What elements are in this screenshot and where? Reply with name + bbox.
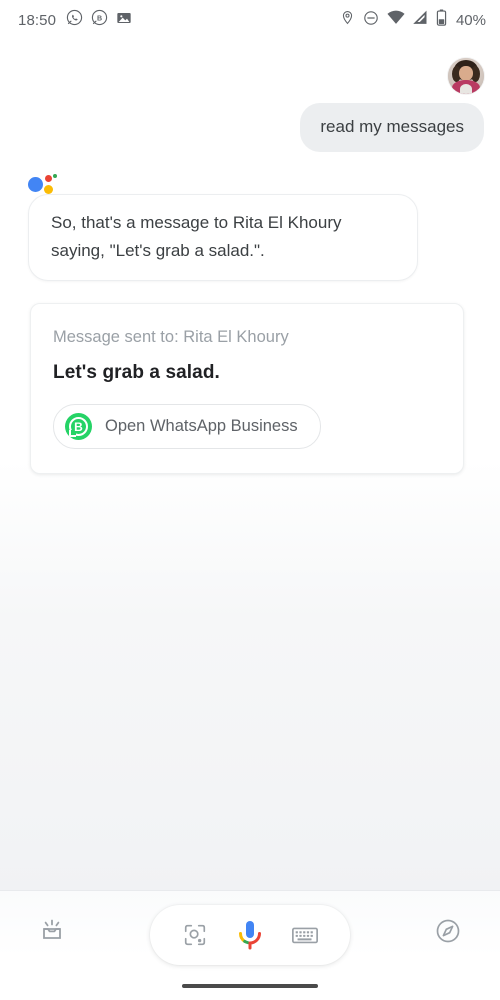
battery-percent: 40% <box>455 11 486 29</box>
wifi-icon <box>387 10 405 30</box>
cell-signal-icon <box>413 10 428 30</box>
image-icon <box>116 10 132 31</box>
status-bar-left: 18:50 B <box>18 9 132 31</box>
card-message-text: Let's grab a salad. <box>53 362 220 383</box>
status-time: 18:50 <box>18 11 57 29</box>
open-whatsapp-business-button[interactable]: B Open WhatsApp Business <box>53 404 321 449</box>
assistant-dot-yellow <box>44 185 53 194</box>
home-indicator[interactable] <box>182 984 318 988</box>
assistant-input-pill <box>150 905 350 965</box>
message-result-card: Message sent to: Rita El Khoury Let's gr… <box>30 303 464 474</box>
whatsapp-icon <box>66 9 83 31</box>
user-message-row: read my messages <box>0 94 500 152</box>
assistant-dot-green <box>53 174 57 178</box>
assistant-dot-blue <box>28 177 43 192</box>
whatsapp-business-icon: B <box>91 9 108 31</box>
user-avatar-row <box>0 40 500 94</box>
google-lens-icon[interactable] <box>175 915 215 955</box>
whatsapp-business-icon-letter: B <box>74 419 83 434</box>
assistant-dot-red <box>45 175 52 182</box>
compass-explore-icon[interactable] <box>426 909 470 953</box>
whatsapp-business-icon: B <box>65 413 92 440</box>
snapshot-inbox-icon[interactable] <box>30 909 74 953</box>
status-bar-right: 40% <box>340 9 486 31</box>
keyboard-icon[interactable] <box>285 915 325 955</box>
conversation-area: read my messages So, that's a message to… <box>0 40 500 890</box>
bottom-bar <box>0 890 500 1000</box>
google-mic-icon[interactable] <box>230 915 270 955</box>
open-whatsapp-business-label: Open WhatsApp Business <box>105 417 298 435</box>
google-assistant-logo <box>0 152 500 194</box>
assistant-message-bubble: So, that's a message to Rita El Khoury s… <box>28 194 418 281</box>
status-bar: 18:50 B 40% <box>0 0 500 40</box>
assistant-screen: 18:50 B 40% read my messages So, that's … <box>0 0 500 1000</box>
user-message-bubble: read my messages <box>300 103 484 152</box>
svg-text:B: B <box>97 14 102 22</box>
location-icon <box>340 9 355 31</box>
avatar[interactable] <box>448 58 484 94</box>
do-not-disturb-icon <box>363 10 379 31</box>
card-recipient-label: Message sent to: Rita El Khoury <box>53 328 289 346</box>
battery-icon <box>436 9 447 31</box>
assistant-message-row: So, that's a message to Rita El Khoury s… <box>0 186 500 281</box>
